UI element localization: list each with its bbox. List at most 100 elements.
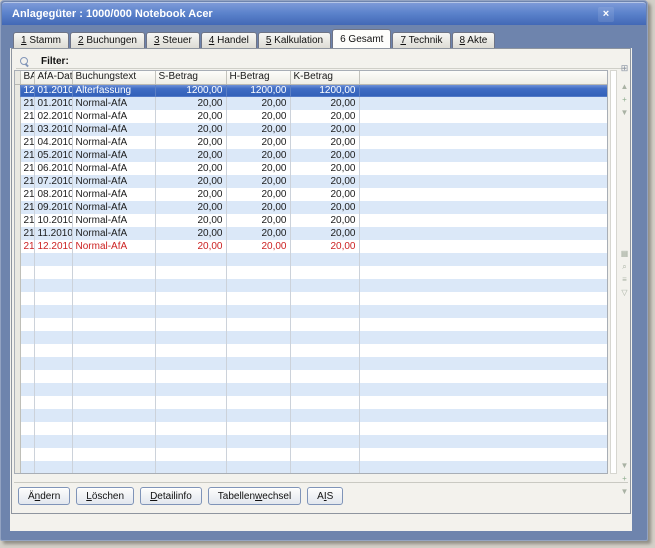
tab-steuer[interactable]: 3 Steuer [145,32,200,48]
table-empty-row[interactable] [15,357,607,370]
title-bar[interactable]: Anlagegüter : 1000/000 Notebook Acer × [2,2,646,25]
cell-h: 20,00 [226,149,291,162]
table-row[interactable]: 12 01.2010 Alterfassung 1200,00 1200,00 1200,… [15,84,607,97]
cell-ba [20,461,35,473]
cell-date [34,331,73,344]
table-empty-row[interactable] [15,292,607,305]
cell-text: Normal-AfA [72,123,156,136]
cell-h: 1200,00 [226,84,291,97]
table-empty-row[interactable] [15,331,607,344]
cell-ba [20,318,35,331]
cell-date [34,422,73,435]
cell-filler [359,201,607,214]
cell-filler [359,84,607,97]
column-chooser-icon[interactable]: ⊞ [618,63,631,74]
tab-buchungen[interactable]: 2 Buchungen [70,32,145,48]
filter-bar[interactable]: Filter: [16,54,626,69]
cell-text [72,409,156,422]
cell-ba [20,357,35,370]
table-empty-row[interactable] [15,422,607,435]
column-header-afa-dat[interactable]: AfA-Dat [34,71,73,85]
cell-text: Alterfassung [72,84,156,97]
table-row[interactable]: 21 09.2010 Normal-AfA 20,00 20,00 20,00 [15,201,607,214]
ais-button[interactable]: AIS [307,487,344,505]
cell-s [155,383,227,396]
table-empty-row[interactable] [15,461,607,473]
cell-filler [359,318,607,331]
anlagegueter-window: Anlagegüter : 1000/000 Notebook Acer × 1… [0,0,648,541]
filter-funnel-icon[interactable]: ▽ [618,288,631,299]
tab-strip: 1 Stamm 2 Buchungen 3 Steuer 4 Handel 5 Kalk… [13,29,496,48]
cell-filler [359,461,607,473]
cell-date [34,435,73,448]
table-row[interactable]: 21 02.2010 Normal-AfA 20,00 20,00 20,00 [15,110,607,123]
table-row[interactable]: 21 08.2010 Normal-AfA 20,00 20,00 20,00 [15,188,607,201]
table-row[interactable]: 21 10.2010 Normal-AfA 20,00 20,00 20,00 [15,214,607,227]
cell-h: 20,00 [226,162,291,175]
table-empty-row[interactable] [15,279,607,292]
column-header-k-betrag[interactable]: K-Betrag [290,71,360,85]
table-row[interactable]: 21 05.2010 Normal-AfA 20,00 20,00 20,00 [15,149,607,162]
cell-s: 20,00 [155,162,227,175]
tab-kalkulation[interactable]: 5 Kalkulation [257,32,332,48]
table-row[interactable]: 21 03.2010 Normal-AfA 20,00 20,00 20,00 [15,123,607,136]
scroll-up-icon[interactable]: ▼ [618,108,631,119]
tab-handel[interactable]: 4 Handel [200,32,257,48]
vertical-scrollbar[interactable] [610,70,617,474]
cell-h [226,279,291,292]
table-empty-row[interactable] [15,435,607,448]
table-row[interactable]: 21 04.2010 Normal-AfA 20,00 20,00 20,00 [15,136,607,149]
table-row[interactable]: 21 07.2010 Normal-AfA 20,00 20,00 20,00 [15,175,607,188]
table-empty-row[interactable] [15,396,607,409]
plus-icon[interactable]: + [618,95,631,106]
cell-text [72,292,156,305]
table-empty-row[interactable] [15,409,607,422]
grid-icon[interactable]: ▦ [618,249,631,260]
tabellenwechsel-button[interactable]: Tabellenwechsel [207,487,302,505]
table-empty-row[interactable] [15,383,607,396]
table-row[interactable]: 21 06.2010 Normal-AfA 20,00 20,00 20,00 [15,162,607,175]
tab-akte[interactable]: 8 Akte [451,32,496,48]
lschen-button[interactable]: Löschen [76,487,135,505]
table-empty-row[interactable] [15,305,607,318]
cell-ba: 21 [20,227,35,240]
cell-text [72,383,156,396]
header-filler [359,71,607,85]
table-empty-row[interactable] [15,318,607,331]
tab-technik[interactable]: 7 Technik [392,32,451,48]
cell-s [155,279,227,292]
cell-filler [359,214,607,227]
scroll-down-icon[interactable]: ▼ [618,461,631,472]
table-row[interactable]: 21 11.2010 Normal-AfA 20,00 20,00 20,00 [15,227,607,240]
tab-stamm[interactable]: 1 Stamm [13,32,70,48]
table-empty-row[interactable] [15,344,607,357]
table-empty-row[interactable] [15,253,607,266]
column-header-s-betrag[interactable]: S-Betrag [155,71,227,85]
column-header-buchungstext[interactable]: Buchungstext [72,71,156,85]
plus-icon[interactable]: + [618,474,631,485]
cell-k: 20,00 [290,214,360,227]
tab-gesamt[interactable]: 6 Gesamt [332,29,392,48]
detailinfo-button[interactable]: Detailinfo [140,487,202,505]
button-separator [14,482,628,483]
cell-ba: 21 [20,214,35,227]
scroll-top-icon[interactable]: ▲ [618,82,631,93]
table-row[interactable]: 21 01.2010 Normal-AfA 20,00 20,00 20,00 [15,97,607,110]
ndern-button[interactable]: Ändern [18,487,71,505]
cell-ba [20,396,35,409]
search-icon[interactable]: ⌕ [618,262,631,273]
cell-text: Normal-AfA [72,162,156,175]
list-icon[interactable]: ≡ [618,275,631,286]
table-empty-row[interactable] [15,370,607,383]
cell-k [290,292,360,305]
cell-h [226,461,291,473]
scroll-end-icon[interactable]: ▼ [618,487,631,498]
column-header-ba[interactable]: BA [20,71,35,85]
cell-s: 20,00 [155,227,227,240]
column-header-h-betrag[interactable]: H-Betrag [226,71,291,85]
cell-k: 20,00 [290,110,360,123]
table-row[interactable]: 21 12.2010 Normal-AfA 20,00 20,00 20,00 [15,240,607,253]
table-empty-row[interactable] [15,448,607,461]
close-icon[interactable]: × [598,7,614,22]
table-empty-row[interactable] [15,266,607,279]
